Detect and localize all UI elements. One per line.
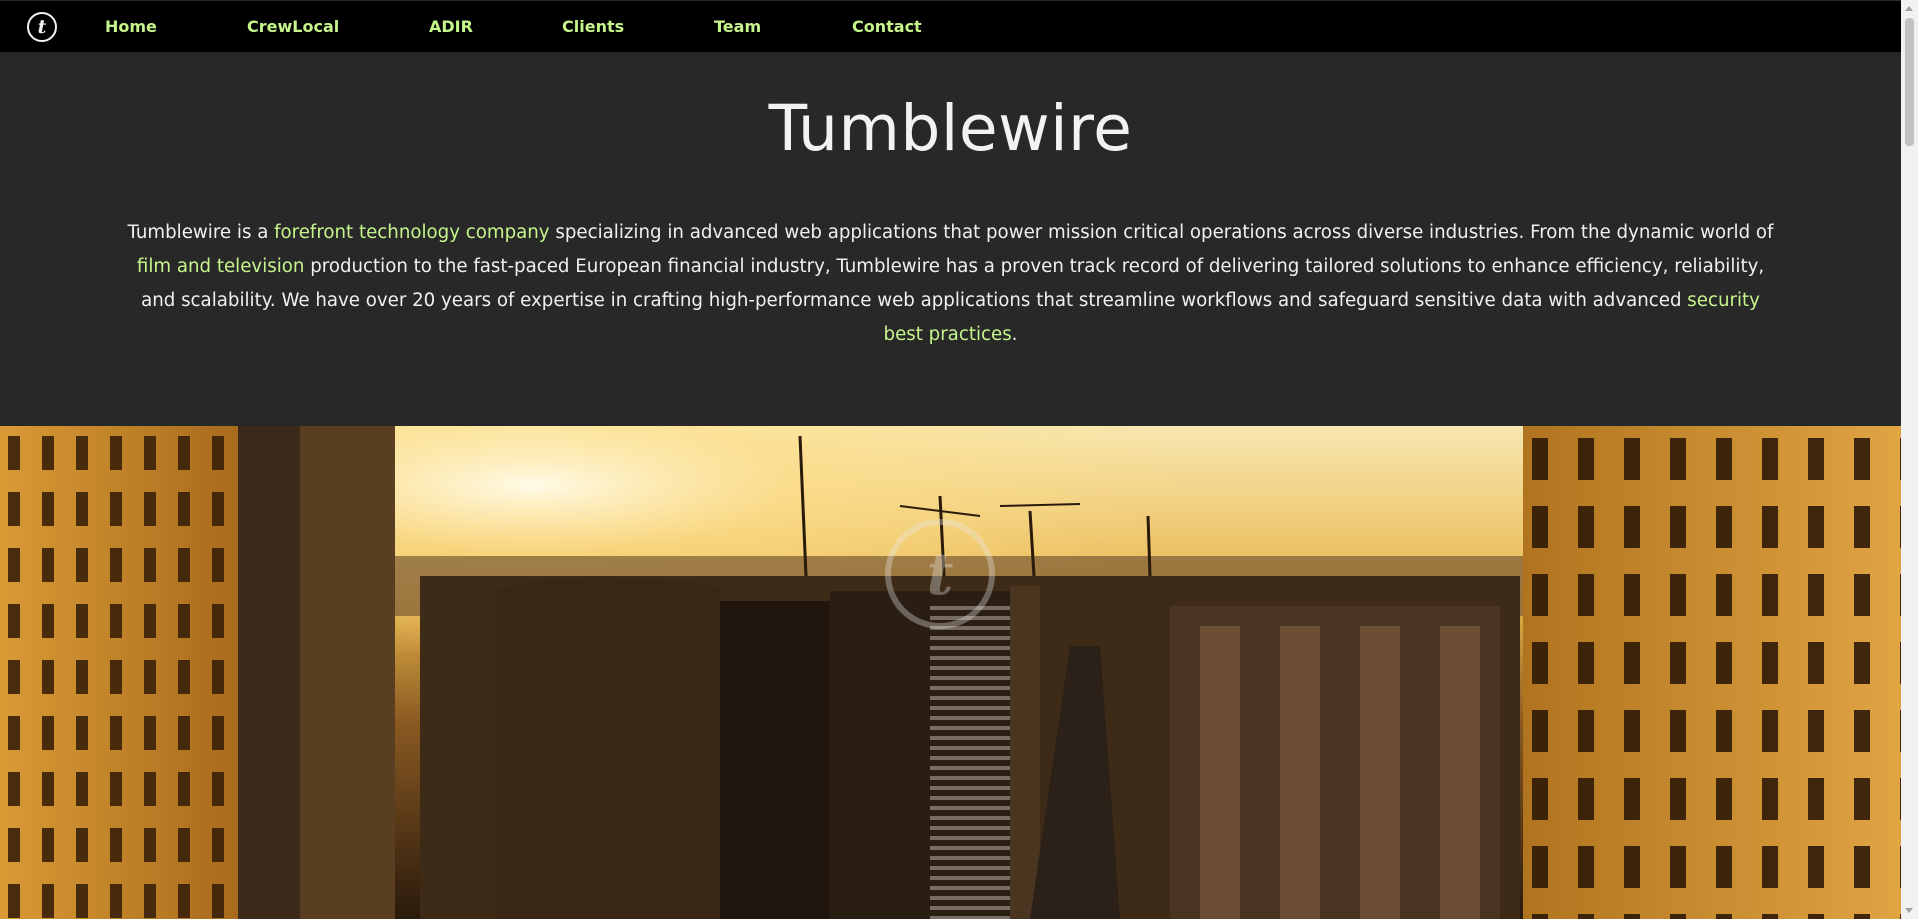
- intro-text-2: specializing in advanced web application…: [549, 222, 1774, 243]
- scroll-thumb[interactable]: [1905, 18, 1914, 146]
- scroll-down-icon[interactable]: [1905, 908, 1913, 913]
- film-television-link[interactable]: film and television: [137, 256, 305, 277]
- forefront-technology-link[interactable]: forefront technology company: [274, 222, 549, 243]
- nav-team-link[interactable]: Team: [714, 17, 761, 36]
- watermark-letter: t: [927, 540, 954, 608]
- tumblewire-logo-icon[interactable]: t: [27, 12, 57, 42]
- hero-city-video: t: [0, 426, 1901, 919]
- city-skyline-illustration: t: [0, 426, 1901, 919]
- page-title: Tumblewire: [768, 92, 1133, 165]
- intro-text-4: .: [1011, 324, 1018, 345]
- page: t Home CrewLocal ADIR Clients Team Conta…: [0, 0, 1918, 919]
- nav-adir-link[interactable]: ADIR: [429, 17, 473, 36]
- scroll-up-icon[interactable]: [1905, 6, 1913, 11]
- intro-text-3: production to the fast-paced European fi…: [141, 256, 1765, 311]
- intro-description: Tumblewire is a forefront technology com…: [125, 216, 1776, 352]
- top-navigation: t Home CrewLocal ADIR Clients Team Conta…: [0, 0, 1901, 52]
- nav-home-link[interactable]: Home: [105, 17, 157, 36]
- vertical-scrollbar[interactable]: [1901, 0, 1918, 919]
- nav-crewlocal-link[interactable]: CrewLocal: [247, 17, 339, 36]
- intro-text-1: Tumblewire is a: [127, 222, 275, 243]
- nav-clients-link[interactable]: Clients: [562, 17, 624, 36]
- nav-contact-link[interactable]: Contact: [852, 17, 922, 36]
